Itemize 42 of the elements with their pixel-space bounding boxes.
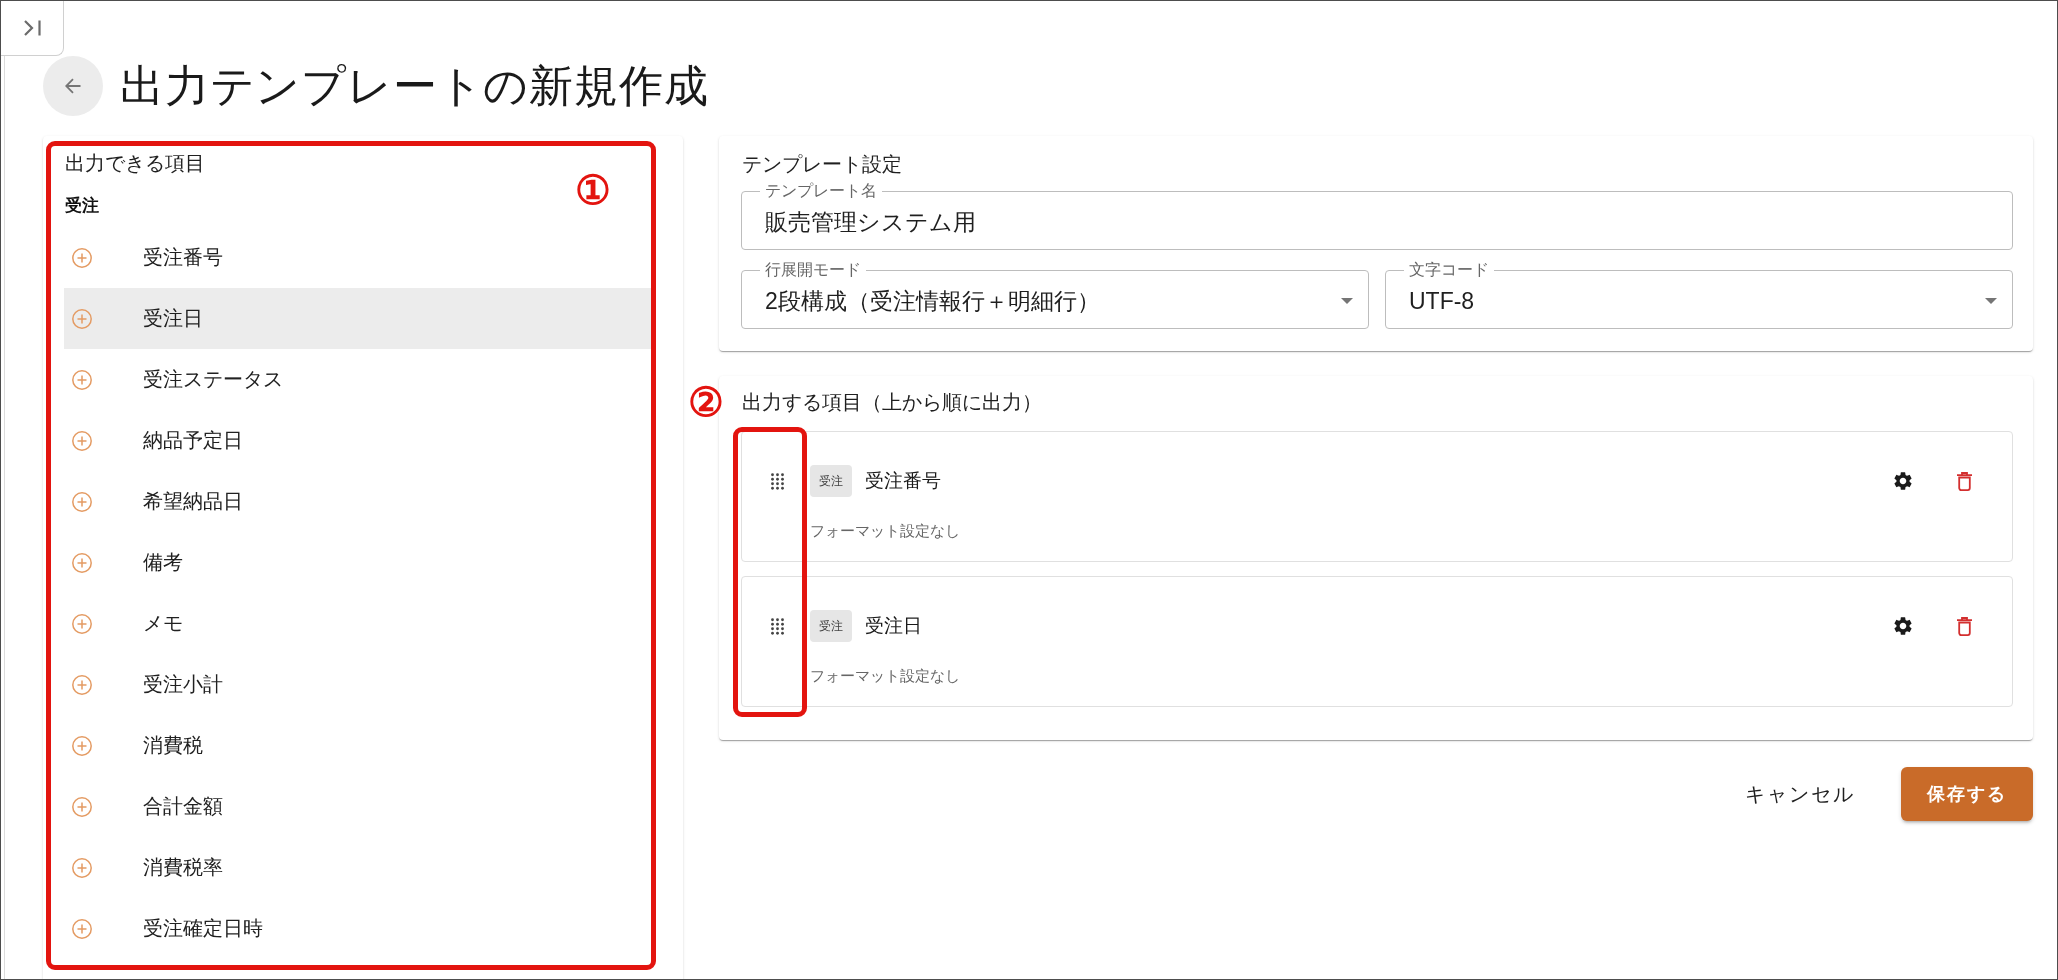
dropdown-select[interactable]: 行展開モード 2段構成（受注情報行＋明細行） — [741, 261, 1369, 329]
field-name: 受注日 — [865, 614, 922, 638]
settings-icon — [1892, 470, 1914, 492]
group-label: 受注 — [65, 196, 100, 216]
field-list-item[interactable]: 受注日 — [64, 288, 651, 349]
plus-circle-icon — [72, 247, 92, 268]
save-button[interactable]: 保存する — [1901, 767, 2033, 821]
drag-handle-icon[interactable] — [771, 617, 784, 635]
plus-circle-icon — [72, 918, 92, 939]
dropdown-caret-icon — [1341, 298, 1353, 304]
plus-circle-icon — [72, 613, 92, 634]
plus-circle-icon — [72, 552, 92, 573]
category-tag: 受注 — [810, 465, 852, 497]
plus-circle-icon — [72, 796, 92, 817]
annotation-number: ② — [688, 382, 724, 422]
plus-circle-icon — [72, 674, 92, 695]
field-name: 受注番号 — [865, 469, 941, 493]
format-status-text: フォーマット設定なし — [810, 521, 961, 541]
category-tag: 受注 — [810, 610, 852, 642]
sidebar-toggle-button[interactable] — [1, 1, 64, 56]
drag-handle-icon[interactable] — [771, 472, 784, 490]
plus-circle-icon — [72, 308, 92, 329]
trash-icon — [1956, 616, 1972, 636]
chevron-bar-icon — [22, 19, 42, 37]
back-arrow-icon — [65, 78, 81, 94]
plus-circle-icon — [72, 430, 92, 451]
template-name-field[interactable]: テンプレート名 販売管理システム用 — [741, 182, 2013, 250]
trash-icon — [1956, 471, 1972, 491]
plus-circle-icon — [72, 857, 92, 878]
dropdown-caret-icon — [1985, 298, 1997, 304]
settings-icon — [1892, 615, 1914, 637]
panel-title: 出力できる項目 — [65, 151, 206, 175]
annotation-number: ① — [575, 170, 611, 210]
format-status-text: フォーマット設定なし — [810, 666, 961, 686]
cancel-button[interactable]: キャンセル — [1729, 767, 1871, 821]
plus-circle-icon — [72, 369, 92, 390]
page-title: 出力テンプレートの新規作成 — [120, 60, 709, 112]
panel-title: テンプレート設定 — [742, 152, 903, 176]
plus-circle-icon — [72, 491, 92, 512]
plus-circle-icon — [72, 735, 92, 756]
panel-title: 出力する項目（上から順に出力） — [742, 390, 1043, 414]
dropdown-select[interactable]: 文字コード UTF-8 — [1385, 261, 2013, 329]
